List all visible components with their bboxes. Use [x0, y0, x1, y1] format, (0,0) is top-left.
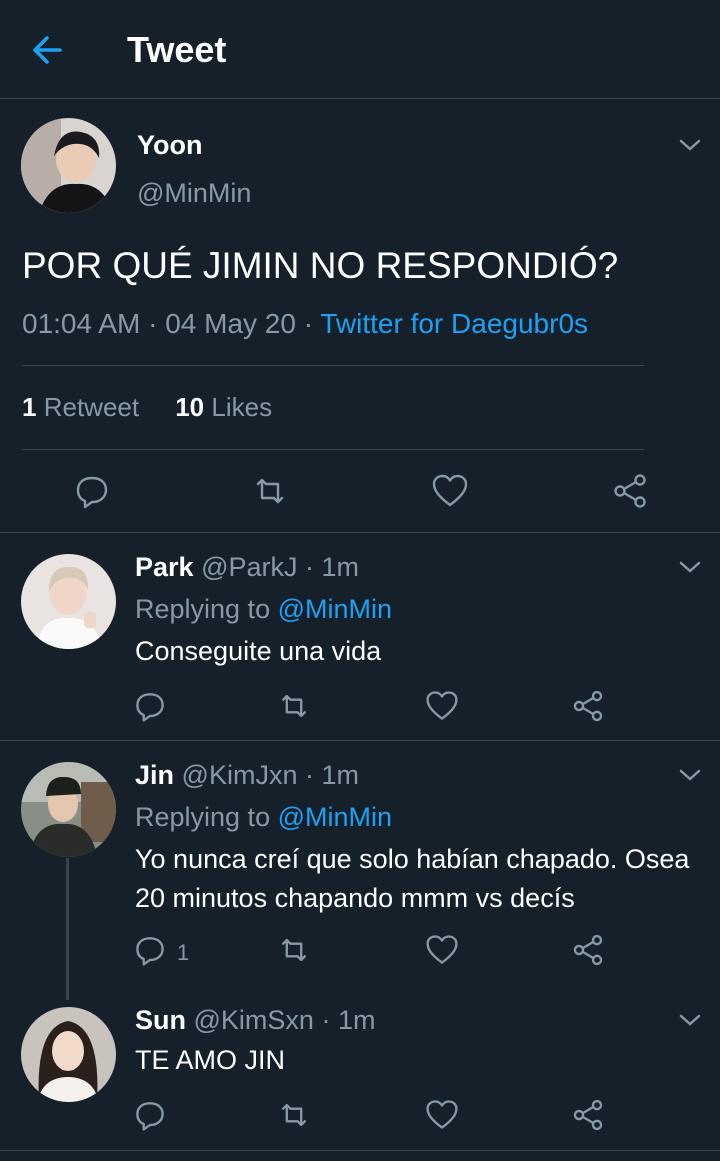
- heart-icon[interactable]: [424, 1097, 464, 1137]
- replying-to-link[interactable]: @MinMin: [278, 802, 392, 832]
- reply-icon[interactable]: [72, 471, 112, 511]
- chevron-down-icon[interactable]: [677, 135, 703, 155]
- divider: [0, 740, 720, 741]
- tweet-source-link[interactable]: Twitter for Daegubr0s: [320, 308, 588, 339]
- reply-author-name[interactable]: Jin: [135, 760, 174, 790]
- meta-separator: ·: [303, 308, 314, 339]
- likes-stat[interactable]: 10 Likes: [175, 392, 272, 422]
- reply-text: Conseguite una vida: [135, 636, 382, 666]
- avatar-jin[interactable]: [21, 762, 116, 857]
- tweet-time: 01:04 AM: [22, 308, 141, 339]
- divider: [22, 365, 644, 366]
- replying-to-link[interactable]: @MinMin: [278, 594, 392, 624]
- chevron-down-icon[interactable]: [677, 765, 703, 785]
- divider: [22, 449, 644, 450]
- heart-icon[interactable]: [424, 932, 464, 972]
- replying-to: Replying to @MinMin: [135, 594, 393, 624]
- divider: [0, 532, 720, 533]
- chevron-down-icon[interactable]: [677, 557, 703, 577]
- share-icon[interactable]: [570, 688, 610, 728]
- share-icon[interactable]: [610, 471, 650, 511]
- tweet-text: POR QUÉ JIMIN NO RESPONDIÓ?: [22, 245, 619, 286]
- page-title: Tweet: [127, 29, 227, 70]
- tweet-date: 04 May 20: [165, 308, 296, 339]
- reply-icon[interactable]: [132, 1097, 172, 1137]
- avatar-park[interactable]: [21, 554, 116, 649]
- replying-to: Replying to @MinMin: [135, 802, 393, 832]
- retweet-icon[interactable]: [276, 688, 316, 728]
- tweet-stats: 1 Retweet 10 Likes: [22, 392, 272, 423]
- reply-count: 1: [177, 940, 190, 965]
- retweet-icon[interactable]: [276, 932, 316, 972]
- avatar-yoon[interactable]: [21, 118, 116, 213]
- reply-text: TE AMO JIN: [135, 1045, 286, 1075]
- avatar-sun[interactable]: [21, 1007, 116, 1102]
- reply-author-name[interactable]: Park: [135, 552, 194, 582]
- reply-header: Jin @KimJxn · 1m: [135, 760, 359, 791]
- share-icon[interactable]: [570, 1097, 610, 1137]
- reply-header: Sun @KimSxn · 1m: [135, 1005, 375, 1036]
- heart-icon[interactable]: [424, 688, 464, 728]
- reply-author-handle[interactable]: @ParkJ: [201, 552, 297, 582]
- reply-icon[interactable]: [132, 688, 172, 728]
- divider: [0, 1150, 720, 1151]
- reply-author-handle[interactable]: @KimSxn: [194, 1005, 314, 1035]
- retweet-icon[interactable]: [276, 1097, 316, 1137]
- chevron-down-icon[interactable]: [677, 1010, 703, 1030]
- heart-icon[interactable]: [430, 471, 470, 511]
- share-icon[interactable]: [570, 932, 610, 972]
- reply-timestamp: · 1m: [305, 552, 360, 582]
- top-bar: Tweet: [0, 0, 720, 99]
- reply-text: Yo nunca creí que solo habían chapado. O…: [135, 844, 690, 913]
- reply-header: Park @ParkJ · 1m: [135, 552, 359, 583]
- thread-connector: [66, 858, 69, 1000]
- reply-timestamp: · 1m: [304, 760, 359, 790]
- author-name[interactable]: Yoon: [137, 130, 202, 161]
- retweets-stat[interactable]: 1 Retweet: [22, 392, 139, 422]
- reply-timestamp: · 1m: [321, 1005, 376, 1035]
- reply-author-handle[interactable]: @KimJxn: [182, 760, 298, 790]
- reply-author-name[interactable]: Sun: [135, 1005, 186, 1035]
- back-arrow-icon[interactable]: [30, 33, 68, 67]
- meta-separator: ·: [148, 308, 158, 339]
- tweet-meta: 01:04 AM · 04 May 20 · Twitter for Daegu…: [22, 308, 588, 340]
- author-handle[interactable]: @MinMin: [137, 178, 251, 209]
- reply-icon[interactable]: [132, 932, 172, 972]
- retweet-icon[interactable]: [250, 471, 290, 511]
